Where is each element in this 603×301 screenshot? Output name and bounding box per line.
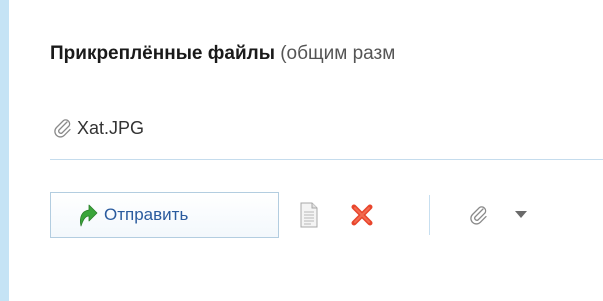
dropdown-arrow-icon[interactable] (515, 211, 527, 219)
delete-x-icon[interactable] (350, 203, 374, 227)
document-icon[interactable] (300, 202, 318, 228)
attachment-file-item[interactable]: Xat.JPG (52, 117, 144, 139)
left-accent-border (0, 0, 9, 301)
attachments-heading-size-note: (общим разм (280, 43, 396, 64)
send-button-label: Отправить (104, 205, 189, 224)
compose-toolbar: Отправить (50, 192, 603, 238)
toolbar-separator (429, 195, 430, 235)
paperclip-icon (54, 119, 71, 138)
paperclip-icon[interactable] (468, 204, 490, 226)
section-divider (50, 159, 603, 160)
attachments-heading-title: Прикреплённые файлы (50, 43, 275, 64)
green-curved-arrow-icon (80, 204, 98, 227)
attachment-file-name[interactable]: Xat.JPG (77, 117, 144, 139)
attachments-heading: Прикреплённые файлы (общим разм (50, 42, 395, 66)
send-button[interactable]: Отправить (50, 192, 279, 238)
message-compose-panel: Прикреплённые файлы (общим разм Xat.JPG … (9, 0, 603, 301)
